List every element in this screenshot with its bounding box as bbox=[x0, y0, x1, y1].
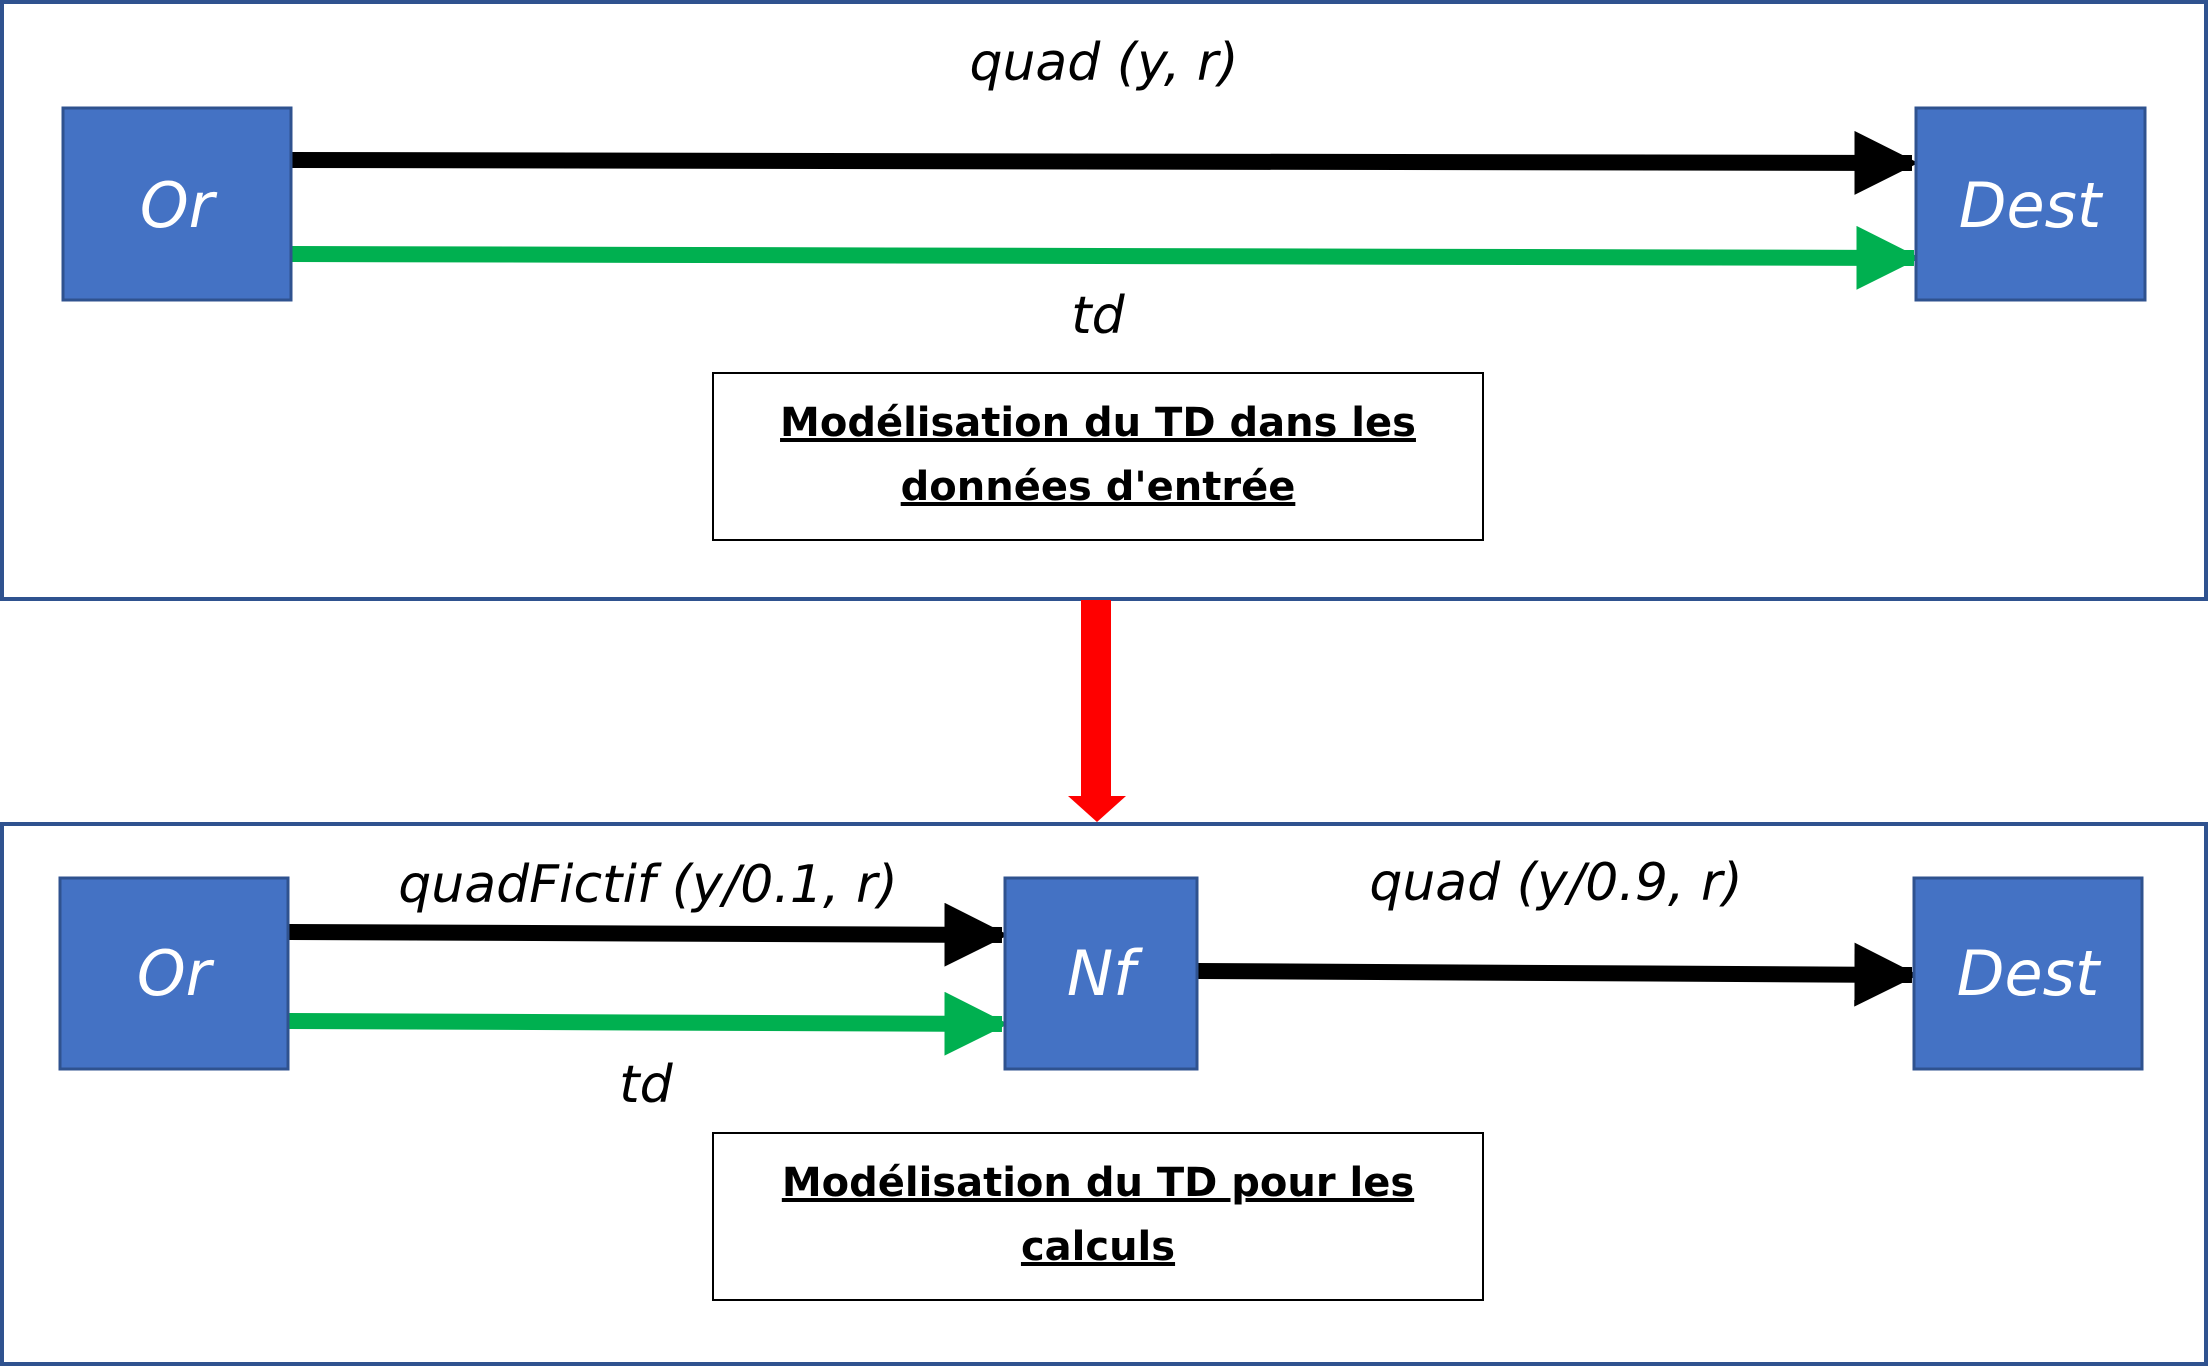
bottom-caption-line1: Modélisation du TD pour les bbox=[782, 1160, 1414, 1206]
bottom-origin-node: Or bbox=[58, 876, 290, 1071]
bottom-quad-label: quad (y/0.9, r) bbox=[1369, 853, 1742, 913]
transition-arrow bbox=[1068, 600, 1126, 822]
bottom-quad-arrow bbox=[1197, 942, 1919, 1007]
bottom-origin-label: Or bbox=[137, 937, 215, 1010]
top-quad-arrow bbox=[291, 130, 1919, 195]
bottom-intermediate-label: Nf bbox=[1067, 937, 1143, 1010]
bottom-destination-node: Dest bbox=[1912, 876, 2144, 1071]
bottom-destination-label: Dest bbox=[1957, 937, 2102, 1010]
top-destination-node: Dest bbox=[1914, 106, 2147, 302]
bottom-caption-line2: calculs bbox=[1021, 1224, 1175, 1270]
top-td-arrow bbox=[291, 225, 1921, 290]
bottom-quadfictif-label: quadFictif (y/0.1, r) bbox=[398, 855, 897, 915]
top-caption-line1: Modélisation du TD dans les bbox=[780, 400, 1416, 446]
top-quad-label: quad (y, r) bbox=[969, 33, 1238, 93]
bottom-quadfictif-arrow bbox=[288, 902, 1009, 967]
diagram-canvas: Or Dest quad (y, r) td Modélisation du T… bbox=[0, 0, 2208, 1366]
bottom-td-arrow bbox=[288, 991, 1009, 1056]
top-caption-line2: données d'entrée bbox=[901, 464, 1296, 510]
bottom-panel: Or Nf Dest quadFictif (y/0.1, r) quad (y… bbox=[0, 822, 2208, 1366]
bottom-intermediate-node: Nf bbox=[1003, 876, 1199, 1071]
bottom-caption-box: Modélisation du TD pour les calculs bbox=[712, 1132, 1484, 1301]
top-panel: Or Dest quad (y, r) td Modélisation du T… bbox=[0, 0, 2208, 601]
top-destination-label: Dest bbox=[1959, 169, 2104, 242]
bottom-td-label: td bbox=[619, 1055, 673, 1115]
top-origin-label: Or bbox=[140, 169, 218, 242]
top-caption-box: Modélisation du TD dans les données d'en… bbox=[712, 372, 1484, 541]
top-origin-node: Or bbox=[61, 106, 293, 302]
top-td-label: td bbox=[1071, 286, 1125, 346]
